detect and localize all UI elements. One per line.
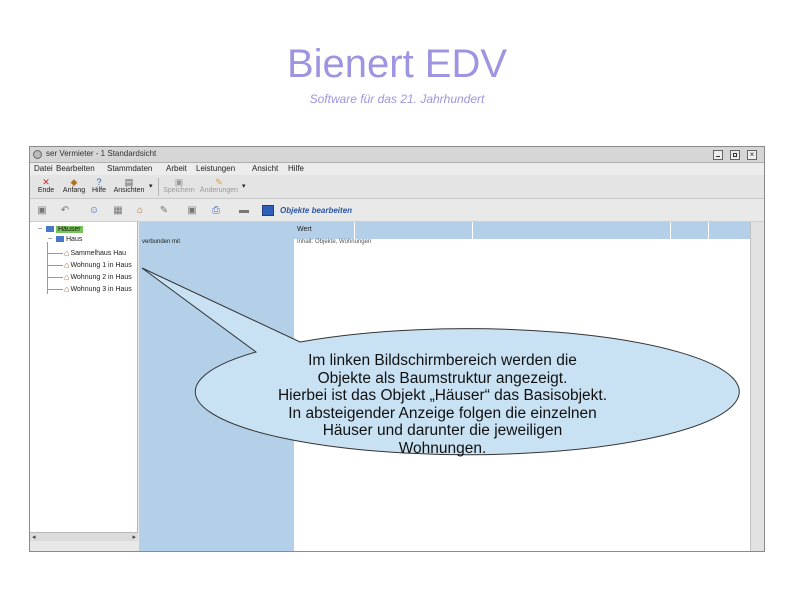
database-icon[interactable]: ▦ <box>112 205 124 217</box>
property-key: verbunden mit <box>142 239 181 245</box>
tree-line <box>47 242 48 294</box>
start-button[interactable]: ◆ Anfang <box>60 176 88 198</box>
folder-icon <box>46 226 54 233</box>
callout-text: Im linken Bildschirmbereich werden die O… <box>220 352 665 457</box>
application-window: ser Vermieter - 1 Standardsicht × Datei … <box>29 146 765 552</box>
pencil-icon[interactable]: ✎ <box>158 205 170 217</box>
house-icon: ⌂ <box>64 260 70 270</box>
folder-icon[interactable]: ▬ <box>238 205 250 217</box>
changes-button[interactable]: ✎ Änderungen <box>198 176 240 198</box>
changes-dropdown-icon[interactable]: ▾ <box>242 182 246 190</box>
slide-title: Bienert EDV <box>286 42 508 86</box>
minimize-button[interactable] <box>713 150 723 160</box>
object-edit-icon[interactable] <box>262 205 274 216</box>
close-button[interactable]: × <box>747 150 757 160</box>
object-tree: − Häuser − Haus ⌂Sammelhaus Hau ⌂Wohnung… <box>30 222 138 541</box>
column-divider <box>708 222 709 239</box>
end-button-label: Ende <box>37 187 55 194</box>
tree-node-label: Wohnung 3 in Haus <box>70 285 132 293</box>
scroll-right-icon[interactable]: ▸ <box>132 533 136 541</box>
tree-node-label: Häuser <box>56 226 83 233</box>
tree-node-item[interactable]: ⌂Wohnung 1 in Haus <box>64 260 132 270</box>
undo-icon[interactable]: ↶ <box>59 205 71 217</box>
tree-line <box>47 289 63 290</box>
help-button[interactable]: ? Hilfe <box>89 176 109 198</box>
tree-node-label: Sammelhaus Hau <box>70 249 127 257</box>
tree-node-label: Wohnung 1 in Haus <box>70 261 132 269</box>
column-divider <box>472 222 473 239</box>
menu-leistungen[interactable]: Leistungen <box>196 164 235 173</box>
edit-icon: ✎ <box>215 177 223 187</box>
window-titlebar: ser Vermieter - 1 Standardsicht × <box>30 147 764 163</box>
tree-node-item[interactable]: ⌂Wohnung 3 in Haus <box>64 284 132 294</box>
house-icon: ⌂ <box>64 248 70 258</box>
value-column-header[interactable]: Wert <box>297 226 312 233</box>
print-icon[interactable]: ⎙ <box>210 205 222 217</box>
tree-toggle-group[interactable]: − <box>48 236 52 243</box>
start-button-label: Anfang <box>62 187 86 194</box>
column-divider <box>354 222 355 239</box>
main-toolbar: ✕ Ende ◆ Anfang ? Hilfe ▤ Ansichten ▾ ▣ … <box>30 175 764 199</box>
menubar: Datei Bearbeiten Stammdaten Arbeit Leist… <box>30 163 764 175</box>
tree-node-label: Wohnung 2 in Haus <box>70 273 132 281</box>
menu-hilfe[interactable]: Hilfe <box>288 164 304 173</box>
property-value: Inhalt: Objekte, Wohnungen <box>297 239 372 245</box>
tree-line <box>47 265 63 266</box>
vertical-scrollbar[interactable] <box>750 222 764 551</box>
app-icon <box>33 150 42 159</box>
house-icon: ⌂ <box>64 272 70 282</box>
tree-line <box>47 253 63 254</box>
menu-arbeit[interactable]: Arbeit <box>166 164 187 173</box>
callout-line: Wohnungen. <box>398 439 487 457</box>
copy-icon[interactable]: ▣ <box>186 205 198 217</box>
end-button[interactable]: ✕ Ende <box>34 176 58 198</box>
tree-node-label: Haus <box>66 236 83 243</box>
table-row[interactable]: verbunden mit Inhalt: Objekte, Wohnungen <box>139 239 750 248</box>
toolbar-separator <box>158 178 159 196</box>
save-button-label: Speichern <box>163 187 195 194</box>
save-button[interactable]: ▣ Speichern <box>162 176 196 198</box>
callout-line: Häuser und darunter die jeweiligen <box>322 422 563 439</box>
callout-line: Hierbei ist das Objekt „Häuser“ das Basi… <box>277 387 608 404</box>
tree-node-haus[interactable]: Haus <box>56 235 82 245</box>
tree-node-item[interactable]: ⌂Sammelhaus Hau <box>64 248 126 258</box>
save-icon: ▣ <box>174 177 184 187</box>
window-title: ser Vermieter - 1 Standardsicht <box>46 149 157 158</box>
house-icon[interactable]: ⌂ <box>134 205 146 217</box>
column-divider <box>670 222 671 239</box>
menu-bearbeiten[interactable]: Bearbeiten <box>56 164 95 173</box>
maximize-button[interactable] <box>730 150 740 160</box>
object-toolbar: ▣ ↶ ☺ ▦ ⌂ ✎ ▣ ⎙ ▬ Objekte bearbeiten <box>30 200 764 222</box>
home-icon: ◆ <box>70 177 78 187</box>
object-edit-label[interactable]: Objekte bearbeiten <box>280 206 352 215</box>
changes-button-label: Änderungen <box>199 187 239 194</box>
person-icon[interactable]: ☺ <box>88 205 100 217</box>
tree-line <box>47 277 63 278</box>
views-dropdown-icon[interactable]: ▾ <box>149 182 153 190</box>
tree-node-haeuser[interactable]: Häuser <box>46 225 83 235</box>
views-button[interactable]: ▤ Ansichten <box>111 176 147 198</box>
help-button-label: Hilfe <box>91 187 106 194</box>
views-icon: ▤ <box>124 177 134 187</box>
tree-toggle-root[interactable]: − <box>38 226 42 233</box>
callout-line: In absteigender Anzeige folgen die einze… <box>288 404 597 422</box>
new-icon[interactable]: ▣ <box>36 205 48 217</box>
grid-header: Wert <box>294 222 750 239</box>
tree-node-item[interactable]: ⌂Wohnung 2 in Haus <box>64 272 132 282</box>
views-button-label: Ansichten <box>113 187 145 194</box>
tree-horizontal-scrollbar[interactable]: ◂ ▸ <box>30 532 138 541</box>
menu-datei[interactable]: Datei <box>34 164 53 173</box>
help-icon: ? <box>96 177 102 187</box>
callout-line: Objekte als Baumstruktur angezeigt. <box>317 369 568 387</box>
folder-icon <box>56 236 64 243</box>
menu-stammdaten[interactable]: Stammdaten <box>107 164 152 173</box>
exit-icon: ✕ <box>42 177 50 187</box>
menu-ansicht[interactable]: Ansicht <box>252 164 278 173</box>
callout-line: Im linken Bildschirmbereich werden die <box>308 352 577 369</box>
slide-subtitle: Software für das 21. Jahrhundert <box>309 92 485 106</box>
house-icon: ⌂ <box>64 284 70 294</box>
scroll-left-icon[interactable]: ◂ <box>32 533 36 541</box>
